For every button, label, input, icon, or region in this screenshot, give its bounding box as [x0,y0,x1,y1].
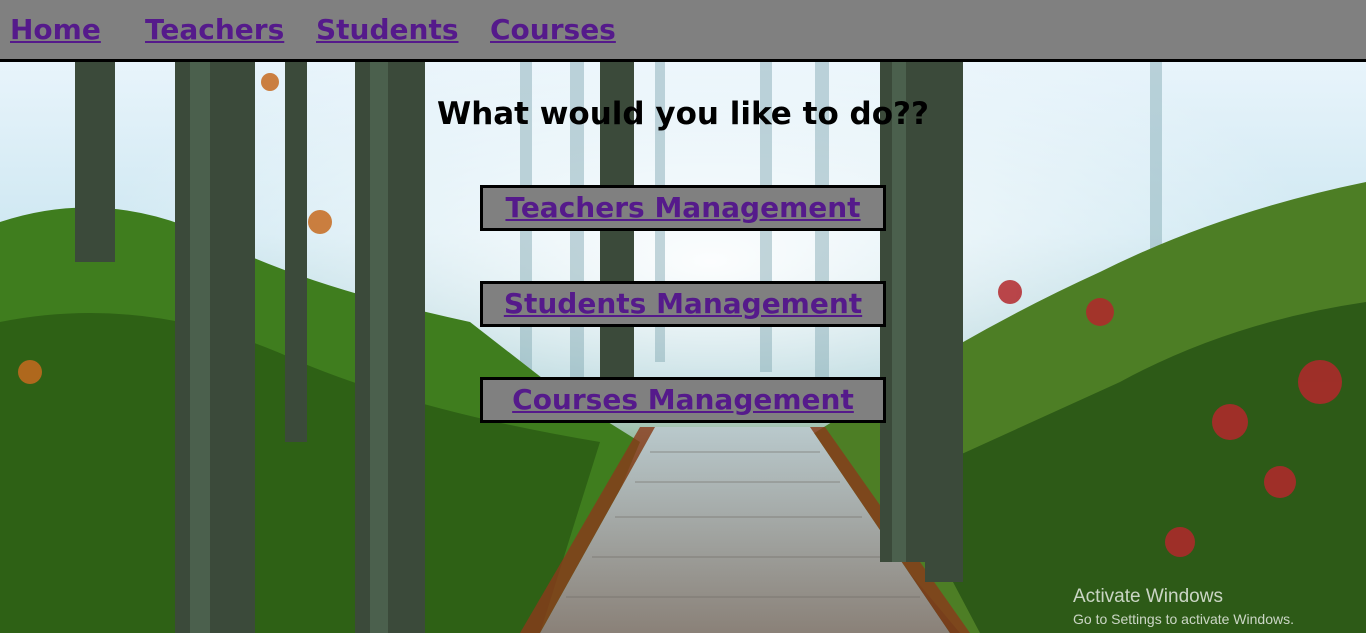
nav-link-students[interactable]: Students [316,12,459,48]
forest-path-illustration [0,62,1366,633]
nav-link-courses[interactable]: Courses [490,12,616,48]
page-heading: What would you like to do?? [437,96,929,132]
students-management-button[interactable]: Students Management [480,281,886,327]
courses-management-button[interactable]: Courses Management [480,377,886,423]
teachers-management-button[interactable]: Teachers Management [480,185,886,231]
watermark-subtitle: Go to Settings to activate Windows. [1073,611,1294,627]
forest-background-image: What would you like to do?? Teachers Man… [0,62,1366,633]
nav-link-teachers[interactable]: Teachers [145,12,284,48]
activate-windows-watermark: Activate Windows Go to Settings to activ… [1073,585,1294,629]
nav-link-home[interactable]: Home [10,12,101,48]
watermark-title: Activate Windows [1073,586,1223,607]
top-navbar: Home Teachers Students Courses [0,0,1366,62]
